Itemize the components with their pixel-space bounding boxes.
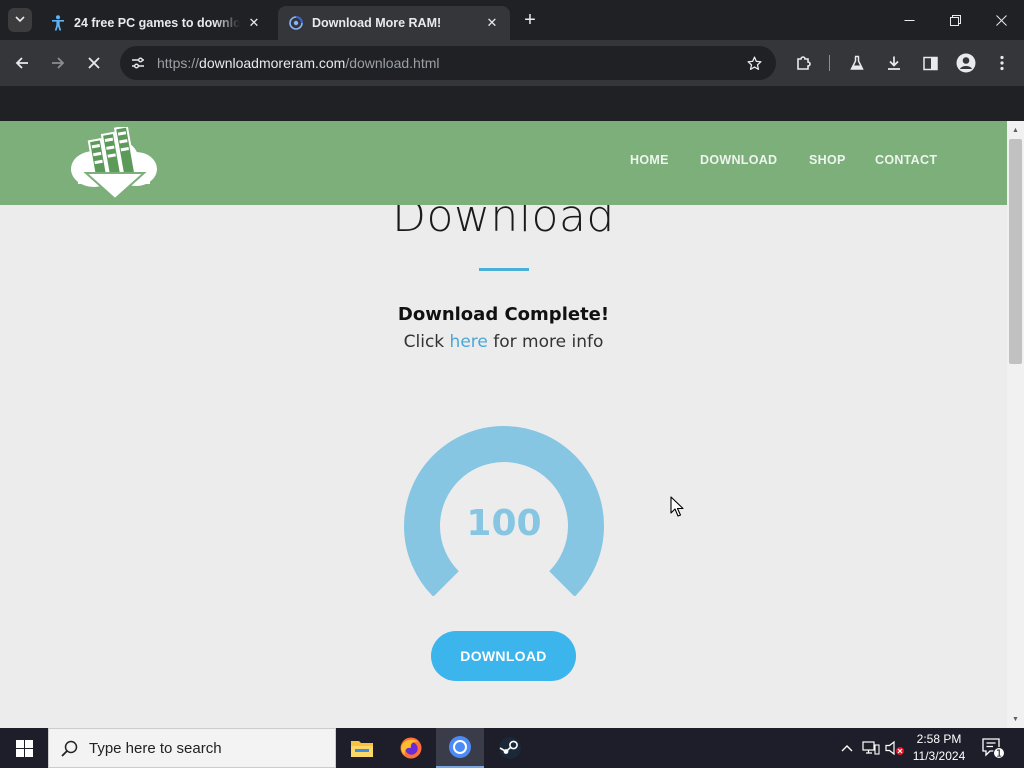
forward-button[interactable]	[43, 48, 73, 78]
labs-button[interactable]	[842, 48, 872, 78]
close-window-button[interactable]	[978, 0, 1024, 40]
search-icon	[49, 740, 89, 757]
arrow-left-icon	[15, 57, 28, 69]
windows-taskbar: Type here to search 2:58 PM 11/3/2024 1	[0, 728, 1024, 768]
search-placeholder: Type here to search	[89, 739, 222, 757]
windows-logo-icon	[15, 739, 33, 757]
network-icon	[862, 741, 880, 755]
clock-date: 11/3/2024	[912, 749, 966, 763]
flask-icon	[850, 55, 864, 70]
more-info-link[interactable]: here	[450, 332, 488, 352]
address-bar[interactable]: https://downloadmoreram.com/download.htm…	[120, 46, 776, 80]
menu-button[interactable]	[987, 48, 1017, 78]
show-hidden-icons-button[interactable]	[838, 728, 856, 768]
nav-shop[interactable]: SHOP	[809, 153, 846, 167]
page-viewport: Download HOME DOWNLOAD SHOP CONTACT Down	[0, 121, 1007, 728]
chrome-icon	[449, 736, 471, 758]
site-header: HOME DOWNLOAD SHOP CONTACT	[0, 121, 1007, 205]
globe-loading-icon	[288, 15, 304, 31]
nav-home[interactable]: HOME	[630, 153, 669, 167]
progress-value: 100	[466, 503, 542, 544]
bookmarks-bar-area	[0, 86, 1024, 121]
clock-time: 2:58 PM	[916, 732, 962, 746]
download-button[interactable]: DOWNLOAD	[431, 631, 576, 681]
mouse-pointer-icon	[670, 496, 684, 517]
chevron-up-icon	[841, 745, 853, 752]
page-scrollbar[interactable]: ▲ ▼	[1007, 121, 1024, 728]
side-panel-icon	[922, 56, 938, 70]
close-tab-icon[interactable]: ✕	[246, 15, 262, 31]
new-tab-button[interactable]: +	[520, 10, 540, 30]
back-button[interactable]	[7, 48, 37, 78]
toolbar-divider	[829, 55, 830, 71]
tab-games[interactable]: 24 free PC games to download ✕	[40, 6, 272, 40]
info-line: Click here for more info	[0, 332, 1007, 352]
notification-count: 1	[996, 749, 1002, 760]
scroll-down-arrow-icon[interactable]: ▼	[1007, 712, 1024, 726]
arrow-right-icon	[52, 57, 65, 69]
extensions-button[interactable]	[789, 48, 819, 78]
profile-button[interactable]	[951, 48, 981, 78]
downloads-button[interactable]	[879, 48, 909, 78]
nav-download[interactable]: DOWNLOAD	[700, 153, 777, 167]
system-clock[interactable]: 2:58 PM 11/3/2024	[906, 731, 972, 765]
file-explorer-button[interactable]	[338, 728, 386, 768]
firefox-icon	[400, 737, 422, 759]
title-underline	[479, 268, 529, 271]
restore-button[interactable]	[932, 0, 978, 40]
close-tab-icon[interactable]: ✕	[484, 15, 500, 31]
url-text: https://downloadmoreram.com/download.htm…	[157, 55, 440, 71]
steam-button[interactable]	[486, 728, 534, 768]
download-status: Download Complete!	[397, 304, 610, 325]
network-button[interactable]	[860, 728, 882, 768]
steam-icon	[499, 737, 521, 759]
more-vertical-icon	[1000, 55, 1004, 71]
notifications-button[interactable]: 1	[978, 728, 1008, 768]
tab-title: Download More RAM!	[312, 16, 442, 30]
download-icon	[888, 56, 900, 70]
nav-contact[interactable]: CONTACT	[875, 153, 937, 167]
firefox-button[interactable]	[387, 728, 435, 768]
download-ram-logo[interactable]	[70, 125, 160, 201]
minimize-button[interactable]	[886, 0, 932, 40]
tab-download-more-ram[interactable]: Download More RAM! ✕	[278, 6, 510, 40]
puzzle-icon	[797, 56, 811, 70]
volume-button[interactable]	[884, 728, 906, 768]
info-prefix: Click	[403, 332, 445, 352]
scroll-up-arrow-icon[interactable]: ▲	[1007, 123, 1024, 137]
side-panel-button[interactable]	[915, 48, 945, 78]
close-icon	[88, 57, 100, 69]
notification-icon: 1	[982, 738, 1005, 760]
browser-toolbar: https://downloadmoreram.com/download.htm…	[0, 40, 1024, 86]
accessibility-figure-icon	[50, 15, 66, 31]
start-button[interactable]	[0, 728, 48, 768]
bookmark-star-icon[interactable]	[742, 51, 766, 75]
stop-loading-button[interactable]	[79, 48, 109, 78]
scrollbar-thumb[interactable]	[1009, 139, 1022, 364]
tab-strip: 24 free PC games to download ✕ Download …	[0, 0, 1024, 40]
tab-search-button[interactable]	[8, 8, 32, 32]
site-info-icon[interactable]	[126, 51, 150, 75]
avatar-icon	[956, 53, 976, 73]
info-suffix: for more info	[493, 332, 604, 352]
speaker-muted-icon	[885, 740, 904, 756]
tab-title: 24 free PC games to download	[74, 16, 240, 30]
chevron-down-icon	[15, 14, 25, 27]
chrome-button[interactable]	[436, 728, 484, 768]
folder-icon	[351, 741, 373, 757]
taskbar-search-box[interactable]: Type here to search	[48, 728, 336, 768]
